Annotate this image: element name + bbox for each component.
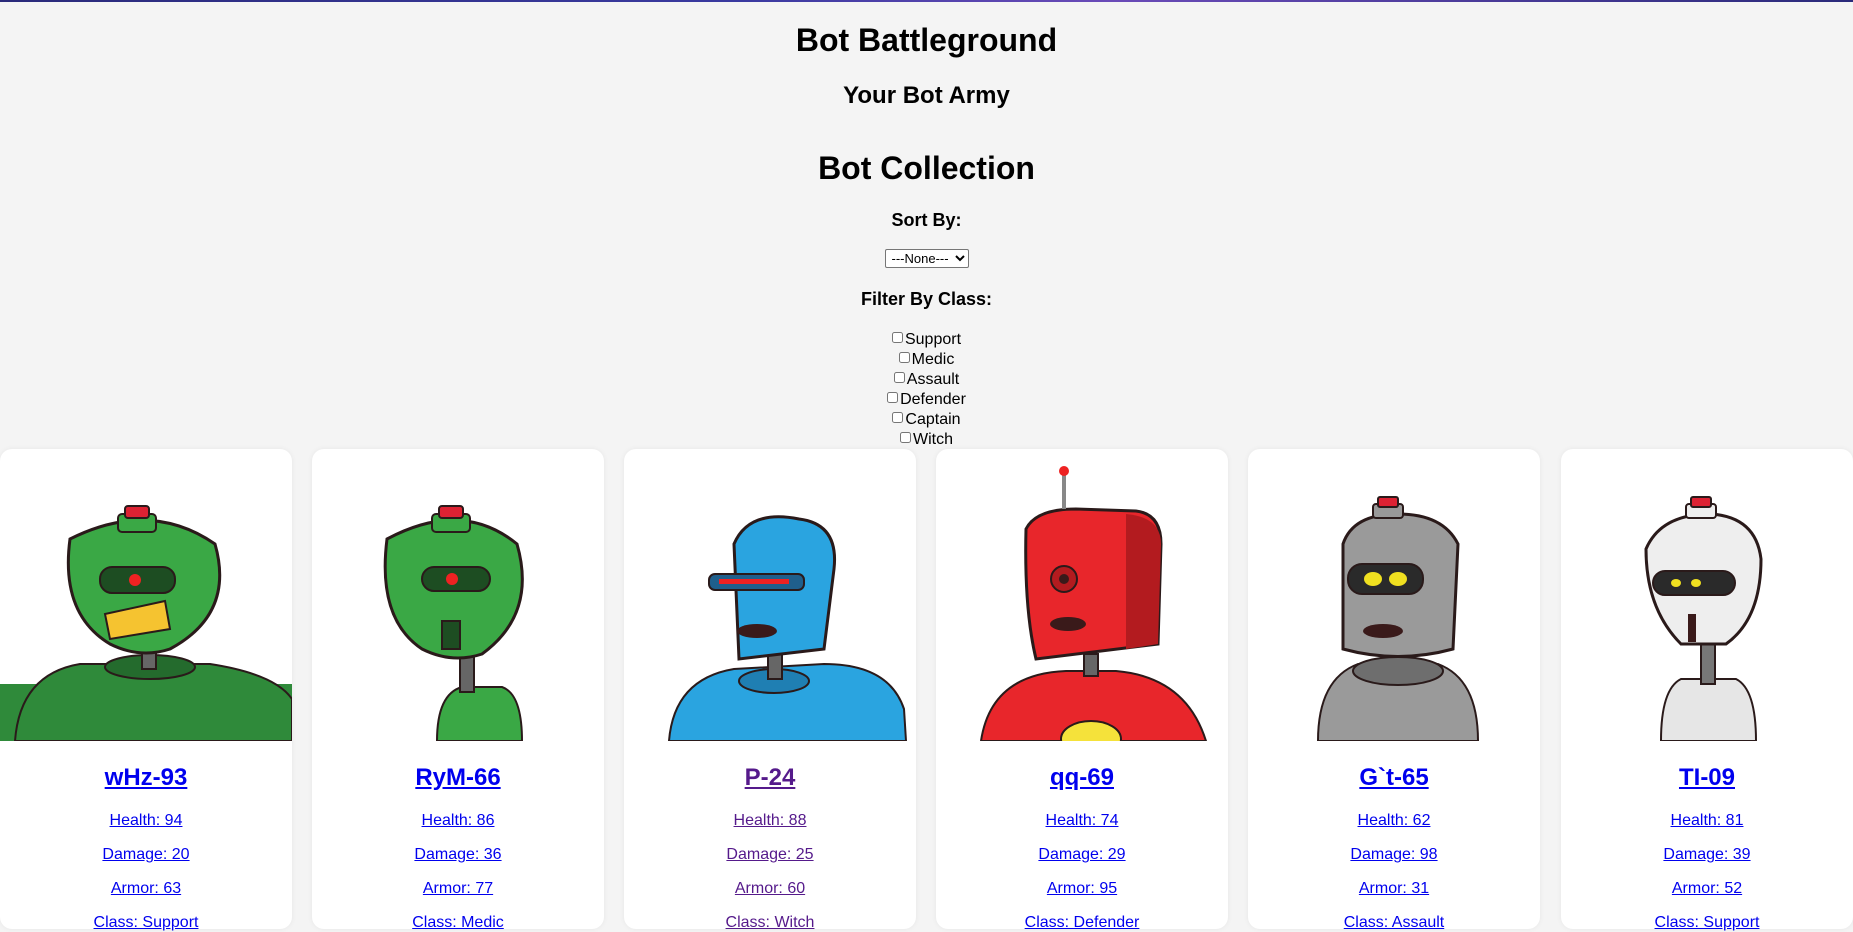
class-filter-list: Support Medic Assault Defender Captain W… xyxy=(0,330,1853,450)
bot-name-link[interactable]: TI-09 xyxy=(1561,764,1853,792)
bot-class-link[interactable]: Class: Witch xyxy=(624,914,916,932)
bot-name-link[interactable]: G`t-65 xyxy=(1248,764,1540,792)
top-accent-line xyxy=(0,0,1853,2)
bot-class-link[interactable]: Class: Defender xyxy=(936,914,1228,932)
bot-damage-link[interactable]: Damage: 98 xyxy=(1248,846,1540,864)
filter-label: Filter By Class: xyxy=(860,289,993,309)
bot-armor-link[interactable]: Armor: 63 xyxy=(0,880,292,898)
bot-class-link[interactable]: Class: Medic xyxy=(312,914,604,932)
filter-medic[interactable]: Medic xyxy=(0,350,1853,370)
gray-robot-image xyxy=(1248,449,1540,741)
bot-armor-link[interactable]: Armor: 95 xyxy=(936,880,1228,898)
bot-armor-link[interactable]: Armor: 52 xyxy=(1561,880,1853,898)
bot-card[interactable]: qq-69 Health: 74 Damage: 29 Armor: 95 Cl… xyxy=(936,449,1228,932)
bot-card[interactable]: RyM-66 Health: 86 Damage: 36 Armor: 77 C… xyxy=(312,449,604,932)
bot-damage-link[interactable]: Damage: 29 xyxy=(936,846,1228,864)
filter-medic-checkbox[interactable] xyxy=(898,352,910,363)
filter-witch-checkbox[interactable] xyxy=(900,432,911,443)
bot-armor-link[interactable]: Armor: 31 xyxy=(1248,880,1540,898)
bot-health-link[interactable]: Health: 86 xyxy=(312,812,604,830)
bot-health-link[interactable]: Health: 74 xyxy=(936,812,1228,830)
filter-defender-checkbox[interactable] xyxy=(887,392,899,403)
sort-label: Sort By: xyxy=(891,210,962,230)
bot-name-link[interactable]: qq-69 xyxy=(936,764,1228,792)
army-section-title: Your Bot Army xyxy=(843,82,1010,109)
bot-damage-link[interactable]: Damage: 36 xyxy=(312,846,604,864)
bot-class-link[interactable]: Class: Support xyxy=(0,914,292,932)
filter-assault[interactable]: Assault xyxy=(0,370,1853,390)
filter-witch[interactable]: Witch xyxy=(0,430,1853,450)
bot-class-link[interactable]: Class: Assault xyxy=(1248,914,1540,932)
bot-armor-link[interactable]: Armor: 60 xyxy=(624,880,916,898)
app-title: Bot Battleground xyxy=(795,22,1058,58)
bot-card[interactable]: P-24 Health: 88 Damage: 25 Armor: 60 Cla… xyxy=(624,449,916,932)
bot-health-link[interactable]: Health: 88 xyxy=(624,812,916,830)
green-robot-image xyxy=(0,449,292,741)
green-robot-image xyxy=(312,449,604,741)
white-robot-image xyxy=(1561,449,1853,741)
sort-select[interactable]: ---None--- xyxy=(884,249,969,268)
bot-name-link[interactable]: wHz-93 xyxy=(0,764,292,792)
bot-damage-link[interactable]: Damage: 39 xyxy=(1561,846,1853,864)
bot-name-link[interactable]: RyM-66 xyxy=(312,764,604,792)
bot-class-link[interactable]: Class: Support xyxy=(1561,914,1853,932)
blue-robot-image xyxy=(624,449,916,741)
bot-card[interactable]: G`t-65 Health: 62 Damage: 98 Armor: 31 C… xyxy=(1248,449,1540,932)
bot-card[interactable]: TI-09 Health: 81 Damage: 39 Armor: 52 Cl… xyxy=(1561,449,1853,932)
filter-support-checkbox[interactable] xyxy=(891,332,903,343)
bot-card-list: wHz-93 Health: 94 Damage: 20 Armor: 63 C… xyxy=(0,449,1853,931)
bot-name-link[interactable]: P-24 xyxy=(624,764,916,792)
filter-support[interactable]: Support xyxy=(0,330,1853,350)
red-robot-image xyxy=(936,449,1228,741)
bot-health-link[interactable]: Health: 81 xyxy=(1561,812,1853,830)
bot-damage-link[interactable]: Damage: 20 xyxy=(0,846,292,864)
filter-defender[interactable]: Defender xyxy=(0,390,1853,410)
filter-assault-checkbox[interactable] xyxy=(893,372,905,383)
collection-title: Bot Collection xyxy=(818,150,1035,186)
bot-health-link[interactable]: Health: 94 xyxy=(0,812,292,830)
filter-captain[interactable]: Captain xyxy=(0,410,1853,430)
filter-captain-checkbox[interactable] xyxy=(892,412,904,423)
bot-card[interactable]: wHz-93 Health: 94 Damage: 20 Armor: 63 C… xyxy=(0,449,292,932)
bot-armor-link[interactable]: Armor: 77 xyxy=(312,880,604,898)
bot-health-link[interactable]: Health: 62 xyxy=(1248,812,1540,830)
bot-damage-link[interactable]: Damage: 25 xyxy=(624,846,916,864)
